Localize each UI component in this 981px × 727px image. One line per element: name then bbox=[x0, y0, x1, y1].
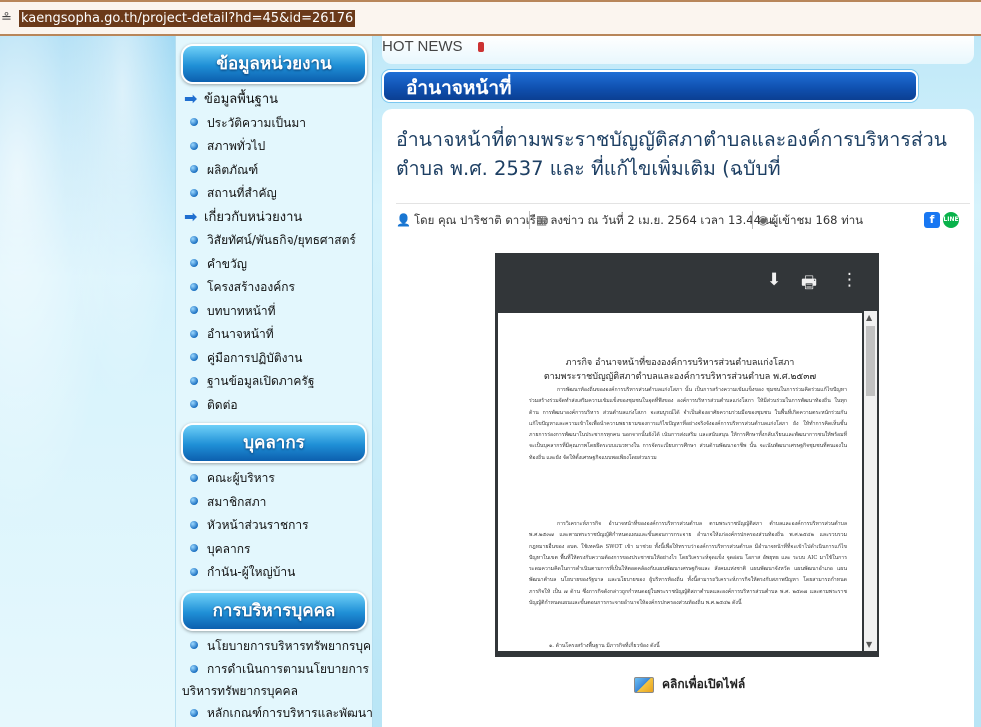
bullet-icon bbox=[190, 235, 198, 244]
view-count: ◉ ผู้เข้าชม 168 ท่าน bbox=[758, 213, 864, 227]
sidebar-item-history[interactable]: ประวัติความเป็นมา bbox=[176, 112, 372, 136]
sidebar-item-motto[interactable]: คำขวัญ bbox=[176, 253, 372, 277]
lock-icon[interactable]: ≗ bbox=[1, 11, 12, 26]
doc-paragraph-2: การวิเคราะห์ภารกิจ อำนาจหน้าที่ขององค์กา… bbox=[529, 521, 847, 607]
bullet-icon bbox=[190, 544, 198, 552]
sidebar-item-vision[interactable]: วิสัยทัศน์/พันธกิจ/ยุทธศาสตร์ bbox=[176, 229, 372, 253]
sidebar-item-roles[interactable]: บทบาทหน้าที่ bbox=[176, 300, 372, 324]
address-bar[interactable]: ≗ kaengsopha.go.th/project-detail?hd=45&… bbox=[0, 0, 981, 36]
bullet-icon bbox=[190, 520, 198, 529]
section-title: อำนาจหน้าที่ bbox=[406, 77, 512, 99]
bullet-icon bbox=[190, 473, 198, 482]
pdf-scrollbar[interactable]: ▲ ▼ bbox=[864, 311, 877, 651]
bullet-icon bbox=[190, 641, 198, 649]
sidebar-heading-hr: การบริหารบุคคล bbox=[181, 590, 367, 631]
sidebar-category-basic-info[interactable]: ➡ ข้อมูลพื้นฐาน bbox=[176, 88, 372, 112]
sidebar-item-hr-criteria[interactable]: หลักเกณฑ์การบริหารและพัฒนา bbox=[176, 702, 372, 726]
bullet-icon bbox=[190, 306, 198, 314]
user-icon: 👤 bbox=[396, 213, 411, 227]
pdf-toolbar: ⬇ 🖶 ⋮ bbox=[495, 253, 879, 307]
bullet-icon bbox=[190, 664, 198, 673]
pdf-viewer[interactable]: ⬇ 🖶 ⋮ ภารกิจ อำนาจหน้าที่ขององค์การบริหา… bbox=[495, 253, 879, 657]
scroll-up-icon[interactable]: ▲ bbox=[866, 313, 872, 322]
bullet-icon bbox=[190, 708, 198, 717]
eye-icon: ◉ bbox=[758, 213, 769, 227]
scroll-down-icon[interactable]: ▼ bbox=[866, 640, 872, 649]
sidebar-item-hr-policy[interactable]: นโยบายการบริหารทรัพยากรบุคคล bbox=[176, 635, 372, 659]
line-share-icon[interactable]: LINE bbox=[943, 212, 959, 228]
bullet-icon bbox=[190, 353, 198, 361]
open-file-link[interactable]: คลิกเพื่อเปิดไฟล์ bbox=[634, 675, 745, 694]
post-date: ▦ ลงข่าว ณ วันที่ 2 เม.ย. 2564 เวลา 13.44… bbox=[536, 213, 777, 227]
sidebar-item-structure[interactable]: โครงสร้างองค์กร bbox=[176, 276, 372, 300]
scroll-thumb[interactable] bbox=[866, 326, 875, 396]
bullet-icon bbox=[190, 400, 198, 408]
arrow-right-icon: ➡ bbox=[184, 89, 198, 108]
print-icon[interactable]: 🖶 bbox=[801, 270, 817, 299]
bullet-icon bbox=[190, 567, 198, 576]
sidebar-item-landmarks[interactable]: สถานที่สำคัญ bbox=[176, 182, 372, 206]
file-image-icon bbox=[634, 676, 654, 693]
divider bbox=[396, 203, 970, 204]
article-meta: 👤 โดย คุณ ปาริชาติ ดาวเรือง ▦ ลงข่าว ณ วัน… bbox=[396, 203, 970, 231]
bullet-icon bbox=[190, 282, 198, 291]
bullet-icon bbox=[190, 259, 198, 267]
bullet-icon bbox=[190, 188, 198, 197]
download-icon[interactable]: ⬇ bbox=[767, 270, 781, 290]
arrow-right-icon: ➡ bbox=[184, 206, 198, 226]
sidebar-heading-organization: ข้อมูลหน่วยงาน bbox=[181, 44, 367, 84]
hot-news-label: HOT NEWS bbox=[382, 38, 463, 55]
bullet-icon bbox=[190, 329, 198, 338]
sidebar-item-authority[interactable]: อำนาจหน้าที่ bbox=[176, 323, 372, 347]
doc-title-line2: ตามพระราชบัญญัติสภาตำบลและองค์การบริหารส… bbox=[543, 372, 817, 382]
sidebar-item-products[interactable]: ผลิตภัณฑ์ bbox=[176, 159, 372, 183]
url-text[interactable]: kaengsopha.go.th/project-detail?hd=45&id… bbox=[19, 10, 356, 27]
news-marker-icon bbox=[478, 42, 484, 52]
sidebar-category-about[interactable]: ➡ เกี่ยวกับหน่วยงาน bbox=[176, 206, 372, 230]
article-panel: อำนาจหน้าที่ตามพระราชบัญญัติสภาตำบลและอง… bbox=[382, 109, 974, 727]
divider bbox=[752, 211, 753, 229]
calendar-icon: ▦ bbox=[536, 213, 548, 227]
sidebar-item-hr-policy-implementation[interactable]: การดำเนินการตามนโยบายการ บริหารทรัพยากรบุ… bbox=[176, 658, 372, 702]
pdf-page: ภารกิจ อำนาจหน้าที่ขององค์การบริหารส่วนต… bbox=[498, 313, 862, 651]
sidebar-item-general[interactable]: สภาพทั่วไป bbox=[176, 135, 372, 159]
more-vert-icon[interactable]: ⋮ bbox=[841, 270, 858, 290]
doc-title-line1: ภารกิจ อำนาจหน้าที่ขององค์การบริหารส่วนต… bbox=[565, 358, 795, 368]
facebook-share-icon[interactable]: f bbox=[924, 212, 940, 228]
bullet-icon bbox=[190, 497, 198, 505]
sidebar-item-executives[interactable]: คณะผู้บริหาร bbox=[176, 467, 372, 491]
sidebar-item-manual[interactable]: คู่มือการปฏิบัติงาน bbox=[176, 347, 372, 371]
sidebar: ข้อมูลหน่วยงาน ➡ ข้อมูลพื้นฐาน ประวัติควา… bbox=[175, 36, 373, 727]
doc-paragraph-3: ๑. ด้านโครงสร้างพื้นฐาน มีภารกิจที่เกี่ย… bbox=[549, 643, 660, 649]
bullet-icon bbox=[190, 376, 198, 385]
article-title: อำนาจหน้าที่ตามพระราชบัญญัติสภาตำบลและอง… bbox=[396, 128, 948, 180]
sidebar-item-council[interactable]: สมาชิกสภา bbox=[176, 491, 372, 515]
bullet-icon bbox=[190, 165, 198, 173]
hot-news-bar: HOT NEWS bbox=[382, 36, 974, 64]
bullet-icon bbox=[190, 141, 198, 150]
sidebar-item-contact[interactable]: ติดต่อ bbox=[176, 394, 372, 418]
sidebar-item-staff[interactable]: บุคลากร bbox=[176, 538, 372, 562]
bullet-icon bbox=[190, 118, 198, 126]
doc-paragraph-1: การพัฒนาท้องถิ่นขององค์การบริหารส่วนตำบล… bbox=[529, 387, 847, 461]
sidebar-item-open-data[interactable]: ฐานข้อมูลเปิดภาครัฐ bbox=[176, 370, 372, 394]
sidebar-heading-personnel: บุคลากร bbox=[181, 423, 367, 463]
author: 👤 โดย คุณ ปาริชาติ ดาวเรือง bbox=[396, 213, 549, 227]
section-title-bar: อำนาจหน้าที่ bbox=[382, 70, 918, 102]
sidebar-item-dept-heads[interactable]: หัวหน้าส่วนราชการ bbox=[176, 514, 372, 538]
sidebar-item-village-heads[interactable]: กำนัน-ผู้ใหญ่บ้าน bbox=[176, 561, 372, 585]
divider bbox=[529, 211, 530, 229]
decorative-wave-panel bbox=[0, 36, 175, 727]
